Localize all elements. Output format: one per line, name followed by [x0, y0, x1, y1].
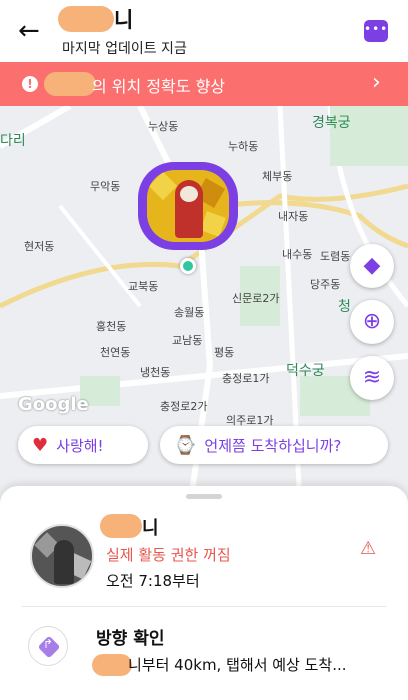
- chevron-right-icon: ›: [372, 70, 381, 95]
- friend-detail-sheet: 니 실제 활동 권한 꺼짐 오전 7:18부터 ⚠ ↱ 방향 확인 니부터 40…: [0, 486, 408, 700]
- map-label: 당주동: [310, 278, 341, 291]
- map-view[interactable]: 누상동 누하동 경복궁 무악동 체부동 내자동 현저동 내수동 도렴동 교북동 …: [0, 106, 408, 506]
- map-label: 현저동: [24, 240, 55, 253]
- friend-name: 니: [142, 518, 159, 539]
- last-update-text: 마지막 업데이트 지금: [62, 41, 187, 57]
- map-label: 교남동: [172, 334, 203, 347]
- arrival-label: 언제쯤 도착하십니까?: [204, 436, 342, 455]
- map-label: 체부동: [262, 170, 293, 183]
- map-label: 누상동: [148, 120, 179, 133]
- location-pin-button[interactable]: ◆: [350, 244, 394, 288]
- alert-circle-icon: !: [22, 76, 38, 92]
- map-layers-button[interactable]: ≋: [350, 356, 394, 400]
- banner-text: 의 위치 정확도 향상: [92, 77, 226, 96]
- love-chip[interactable]: ♥ 사랑해!: [18, 426, 148, 464]
- map-label: 평동: [214, 346, 235, 359]
- friend-avatar: [30, 524, 94, 588]
- friend-avatar: [147, 170, 229, 242]
- arrival-chip[interactable]: ⌚ 언제쯤 도착하십니까?: [160, 426, 388, 464]
- page-title: 니: [114, 8, 134, 32]
- love-label: 사랑해!: [56, 436, 104, 455]
- google-logo: Google: [18, 394, 89, 415]
- map-label: 신문로2가: [232, 292, 280, 305]
- map-label: 내자동: [278, 210, 309, 223]
- map-label: 무악동: [90, 180, 121, 193]
- name-redaction: [44, 72, 96, 96]
- accuracy-banner[interactable]: ! 의 위치 정확도 향상 ›: [0, 62, 408, 106]
- chat-bubble-icon[interactable]: •••: [364, 20, 388, 42]
- direction-text[interactable]: 니부터 40km, 탭해서 예상 도착...: [128, 654, 347, 675]
- map-label: 다리: [0, 133, 26, 149]
- map-label: 천연동: [100, 346, 131, 359]
- map-label: 충정로1가: [222, 372, 270, 385]
- location-dot: [180, 258, 196, 274]
- direction-icon[interactable]: ↱: [28, 626, 68, 666]
- map-label: 내수동: [282, 248, 313, 261]
- map-label: 도렴동: [320, 250, 351, 263]
- back-arrow-icon[interactable]: ←: [18, 18, 46, 46]
- map-label: 송월동: [174, 306, 205, 319]
- sheet-handle[interactable]: [186, 494, 222, 499]
- name-redaction: [100, 514, 142, 538]
- map-label: 누하동: [228, 140, 259, 153]
- name-redaction: [58, 6, 114, 32]
- watch-icon: ⌚: [174, 434, 197, 456]
- direction-title[interactable]: 방향 확인: [96, 624, 164, 649]
- map-label: 교북동: [128, 280, 159, 293]
- heart-icon: ♥: [32, 434, 49, 456]
- map-label: 홍천동: [96, 320, 127, 333]
- name-redaction: [92, 654, 132, 676]
- activity-status: 실제 활동 권한 꺼짐: [106, 546, 231, 564]
- map-label: 충정로2가: [160, 400, 208, 413]
- status-since: 오전 7:18부터: [106, 572, 200, 590]
- warning-icon[interactable]: ⚠: [360, 538, 376, 559]
- divider: [22, 606, 386, 607]
- friend-location-pin[interactable]: [138, 162, 238, 256]
- map-label: 덕수궁: [286, 363, 325, 379]
- map-label: 경복궁: [312, 115, 351, 131]
- top-bar: ← 니 마지막 업데이트 지금 •••: [0, 0, 408, 62]
- map-label: 청: [338, 299, 351, 315]
- crosshair-button[interactable]: ⊕: [350, 300, 394, 344]
- map-label: 냉천동: [140, 366, 171, 379]
